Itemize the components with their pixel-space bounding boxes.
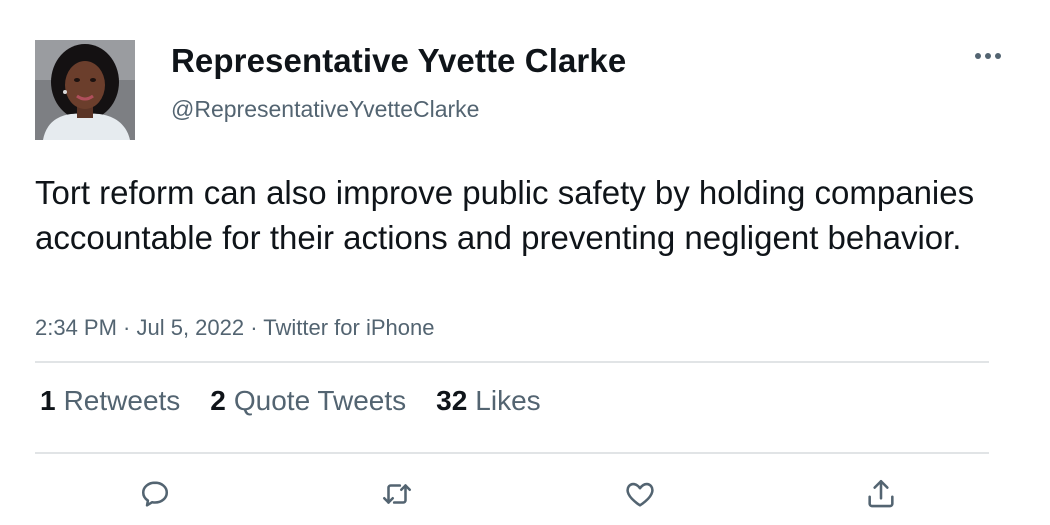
- heart-icon: [626, 482, 654, 507]
- author-name[interactable]: Representative Yvette Clarke: [171, 42, 626, 80]
- tweet-meta[interactable]: 2:34 PM · Jul 5, 2022 · Twitter for iPho…: [35, 315, 434, 341]
- share-icon: [868, 479, 894, 508]
- retweets-label: Retweets: [63, 385, 181, 416]
- likes-label: Likes: [475, 385, 541, 416]
- reply-icon: [141, 481, 169, 507]
- retweet-button[interactable]: [377, 474, 417, 514]
- avatar-image: [35, 40, 135, 140]
- avatar[interactable]: [35, 40, 135, 140]
- likes-count: 32: [436, 385, 468, 416]
- tweet-stats: 1 Retweets 2 Quote Tweets 32 Likes: [40, 385, 571, 417]
- divider: [35, 361, 989, 363]
- reply-button[interactable]: [135, 474, 175, 514]
- quotes-count: 2: [210, 385, 226, 416]
- share-button[interactable]: [861, 474, 901, 514]
- divider: [35, 452, 989, 454]
- tweet-text: Tort reform can also improve public safe…: [35, 174, 975, 256]
- retweet-icon: [382, 484, 412, 504]
- more-horizontal-icon[interactable]: [968, 42, 1008, 70]
- retweets-count: 1: [40, 385, 56, 416]
- author-handle[interactable]: @RepresentativeYvetteClarke: [171, 96, 479, 123]
- retweets-stat[interactable]: 1 Retweets: [40, 385, 180, 417]
- quotes-label: Quote Tweets: [233, 385, 407, 416]
- likes-stat[interactable]: 32 Likes: [436, 385, 541, 417]
- like-button[interactable]: [620, 474, 660, 514]
- tweet-card: Representative Yvette Clarke @Representa…: [0, 0, 1050, 525]
- quotes-stat[interactable]: 2 Quote Tweets: [210, 385, 406, 417]
